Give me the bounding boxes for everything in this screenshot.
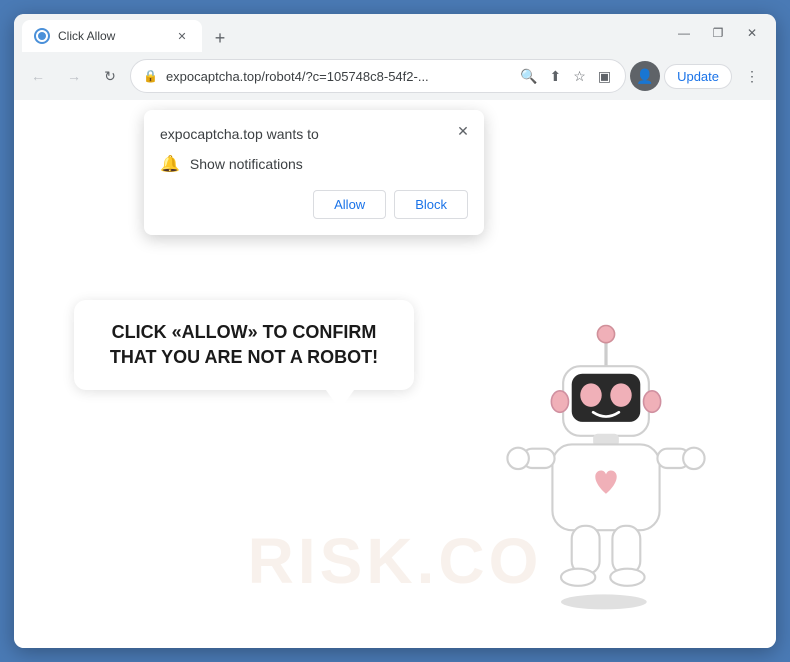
- window-controls: — ❐ ✕: [668, 19, 768, 47]
- toolbar-right: 👤 Update ⋮: [630, 60, 768, 92]
- url-text: expocaptcha.top/robot4/?c=105748c8-54f2-…: [166, 69, 510, 84]
- update-button[interactable]: Update: [664, 64, 732, 89]
- address-bar[interactable]: 🔒 expocaptcha.top/robot4/?c=105748c8-54f…: [130, 59, 626, 93]
- maximize-button[interactable]: ❐: [702, 19, 734, 47]
- forward-button[interactable]: →: [58, 60, 90, 92]
- browser-window: Click Allow ✕ + — ❐ ✕ ← → ↻: [14, 14, 776, 648]
- robot-character: [496, 318, 716, 618]
- active-tab[interactable]: Click Allow ✕: [22, 20, 202, 52]
- profile-button[interactable]: 👤: [630, 61, 660, 91]
- popup-permission-row: 🔔 Show notifications: [160, 154, 468, 174]
- tab-favicon: [34, 28, 50, 44]
- share-icon[interactable]: ⬆: [548, 66, 564, 87]
- permission-label: Show notifications: [190, 156, 303, 172]
- more-menu-button[interactable]: ⋮: [736, 60, 768, 92]
- title-bar: Click Allow ✕ + — ❐ ✕: [14, 14, 776, 52]
- popup-close-button[interactable]: ✕: [452, 120, 474, 142]
- bookmark-icon[interactable]: ☆: [571, 66, 588, 87]
- tab-title: Click Allow: [58, 29, 166, 43]
- notification-popup: expocaptcha.top wants to ✕ 🔔 Show notifi…: [144, 110, 484, 235]
- split-icon[interactable]: ▣: [596, 66, 613, 87]
- speech-bubble-container: CLICK «ALLOW» TO CONFIRM THAT YOU ARE NO…: [74, 300, 414, 390]
- robot-svg: [496, 318, 716, 618]
- lock-icon: 🔒: [143, 69, 158, 83]
- search-icon[interactable]: 🔍: [518, 66, 539, 87]
- address-icons: 🔍 ⬆ ☆ ▣: [518, 66, 613, 87]
- bell-icon: 🔔: [160, 154, 180, 174]
- speech-bubble: CLICK «ALLOW» TO CONFIRM THAT YOU ARE NO…: [74, 300, 414, 390]
- tab-area: Click Allow ✕ +: [22, 14, 668, 52]
- close-button[interactable]: ✕: [736, 19, 768, 47]
- allow-button[interactable]: Allow: [313, 190, 386, 219]
- tab-close-button[interactable]: ✕: [174, 28, 190, 44]
- popup-title: expocaptcha.top wants to: [160, 126, 468, 142]
- back-button[interactable]: ←: [22, 60, 54, 92]
- popup-buttons: Allow Block: [160, 190, 468, 219]
- reload-button[interactable]: ↻: [94, 60, 126, 92]
- new-tab-button[interactable]: +: [206, 24, 234, 52]
- block-button[interactable]: Block: [394, 190, 468, 219]
- minimize-button[interactable]: —: [668, 19, 700, 47]
- toolbar: ← → ↻ 🔒 expocaptcha.top/robot4/?c=105748…: [14, 52, 776, 100]
- content-area: RISK.CO expocaptcha.top wants to ✕ 🔔 Sho…: [14, 100, 776, 648]
- bubble-text: CLICK «ALLOW» TO CONFIRM THAT YOU ARE NO…: [98, 320, 390, 370]
- profile-icon: 👤: [636, 68, 653, 85]
